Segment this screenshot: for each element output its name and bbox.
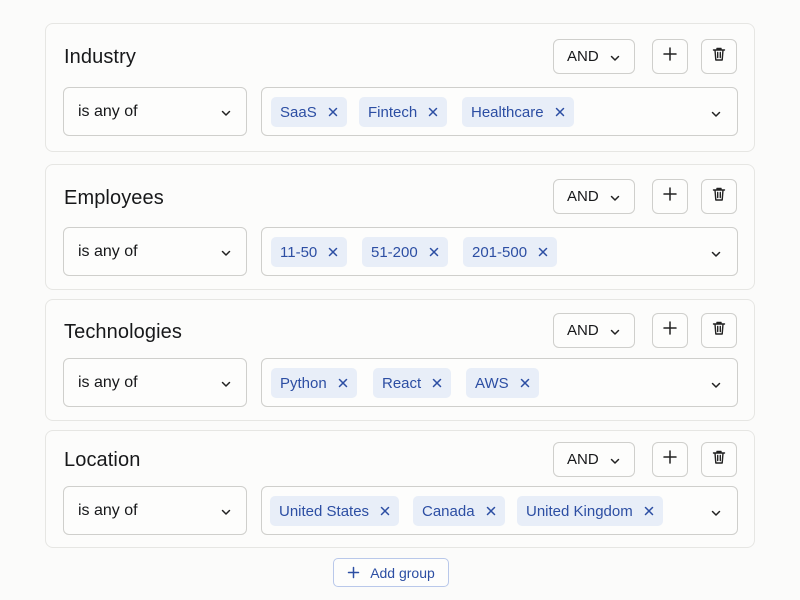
operator-label: is any of (78, 102, 138, 120)
values-multiselect[interactable]: Python React AWS (261, 358, 738, 407)
value-chip: 11-50 (271, 237, 348, 267)
close-icon[interactable] (486, 506, 496, 516)
chip-label: Canada (422, 502, 475, 520)
value-chip: 201-500 (463, 237, 558, 267)
trash-icon (711, 320, 727, 341)
operator-label: is any of (78, 501, 138, 519)
logic-label: AND (567, 48, 599, 65)
chip-label: React (382, 374, 422, 392)
logic-select[interactable]: AND (553, 39, 635, 74)
value-chip: Canada (413, 496, 505, 526)
operator-select[interactable]: is any of (63, 358, 247, 407)
chip-label: SaaS (280, 103, 317, 121)
chip-label: AWS (475, 374, 509, 392)
operator-select[interactable]: is any of (63, 87, 247, 136)
chip-label: 51-200 (371, 243, 418, 261)
values-multiselect[interactable]: United States Canada United Kingdom (261, 486, 738, 535)
filter-group-location: Location AND is any of United States Can… (45, 430, 755, 548)
close-icon[interactable] (520, 378, 530, 388)
chevron-down-icon (220, 377, 232, 395)
add-condition-button[interactable] (652, 39, 688, 74)
close-icon[interactable] (428, 107, 438, 117)
values-multiselect[interactable]: 11-50 51-200 201-500 (261, 227, 738, 276)
chip-label: United Kingdom (526, 502, 633, 520)
group-title: Industry (64, 46, 136, 68)
group-title: Location (64, 449, 141, 471)
plus-icon (662, 186, 678, 207)
logic-select[interactable]: AND (553, 442, 635, 477)
plus-icon (347, 566, 360, 579)
value-chip: United States (270, 496, 400, 526)
close-icon[interactable] (538, 247, 548, 257)
close-icon[interactable] (328, 247, 338, 257)
value-chip: SaaS (271, 97, 347, 127)
close-icon[interactable] (432, 378, 442, 388)
close-icon[interactable] (429, 247, 439, 257)
value-chip: Python (271, 368, 357, 398)
chevron-down-icon (710, 247, 722, 265)
group-title: Technologies (64, 321, 182, 343)
operator-label: is any of (78, 242, 138, 260)
delete-group-button[interactable] (701, 39, 737, 74)
trash-icon (711, 186, 727, 207)
group-title: Employees (64, 187, 164, 209)
plus-icon (662, 449, 678, 470)
operator-select[interactable]: is any of (63, 227, 247, 276)
logic-select[interactable]: AND (553, 313, 635, 348)
delete-group-button[interactable] (701, 442, 737, 477)
close-icon[interactable] (328, 107, 338, 117)
add-condition-button[interactable] (652, 313, 688, 348)
add-group-button[interactable]: Add group (333, 558, 449, 587)
value-chip: Fintech (359, 97, 448, 127)
add-group-label: Add group (370, 564, 435, 581)
chevron-down-icon (710, 506, 722, 524)
logic-select[interactable]: AND (553, 179, 635, 214)
filter-group-employees: Employees AND is any of 11-50 51-200 201… (45, 164, 755, 290)
operator-select[interactable]: is any of (63, 486, 247, 535)
chevron-down-icon (220, 505, 232, 523)
values-multiselect[interactable]: SaaS Fintech Healthcare (261, 87, 738, 136)
value-chip: United Kingdom (517, 496, 663, 526)
chevron-down-icon (220, 106, 232, 124)
chevron-down-icon (710, 378, 722, 396)
add-condition-button[interactable] (652, 442, 688, 477)
chip-label: Fintech (368, 103, 418, 121)
chip-label: Python (280, 374, 327, 392)
chevron-down-icon (710, 107, 722, 125)
value-chip: 51-200 (362, 237, 448, 267)
chevron-down-icon (609, 325, 621, 342)
add-condition-button[interactable] (652, 179, 688, 214)
filter-group-industry: Industry AND is any of SaaS Fintech Heal… (45, 23, 755, 152)
value-chip: Healthcare (462, 97, 574, 127)
chevron-down-icon (609, 191, 621, 208)
close-icon[interactable] (338, 378, 348, 388)
plus-icon (662, 320, 678, 341)
plus-icon (662, 46, 678, 67)
trash-icon (711, 449, 727, 470)
filter-group-technologies: Technologies AND is any of Python React … (45, 299, 755, 421)
value-chip: AWS (466, 368, 539, 398)
chip-label: 201-500 (472, 243, 528, 261)
close-icon[interactable] (380, 506, 390, 516)
delete-group-button[interactable] (701, 179, 737, 214)
chip-label: 11-50 (280, 243, 318, 261)
logic-label: AND (567, 451, 599, 468)
logic-label: AND (567, 322, 599, 339)
close-icon[interactable] (555, 107, 565, 117)
close-icon[interactable] (644, 506, 654, 516)
delete-group-button[interactable] (701, 313, 737, 348)
logic-label: AND (567, 188, 599, 205)
chip-label: United States (279, 502, 370, 520)
trash-icon (711, 46, 727, 67)
chip-label: Healthcare (471, 103, 544, 121)
operator-label: is any of (78, 373, 138, 391)
chevron-down-icon (609, 51, 621, 68)
chevron-down-icon (220, 246, 232, 264)
value-chip: React (373, 368, 452, 398)
chevron-down-icon (609, 454, 621, 471)
